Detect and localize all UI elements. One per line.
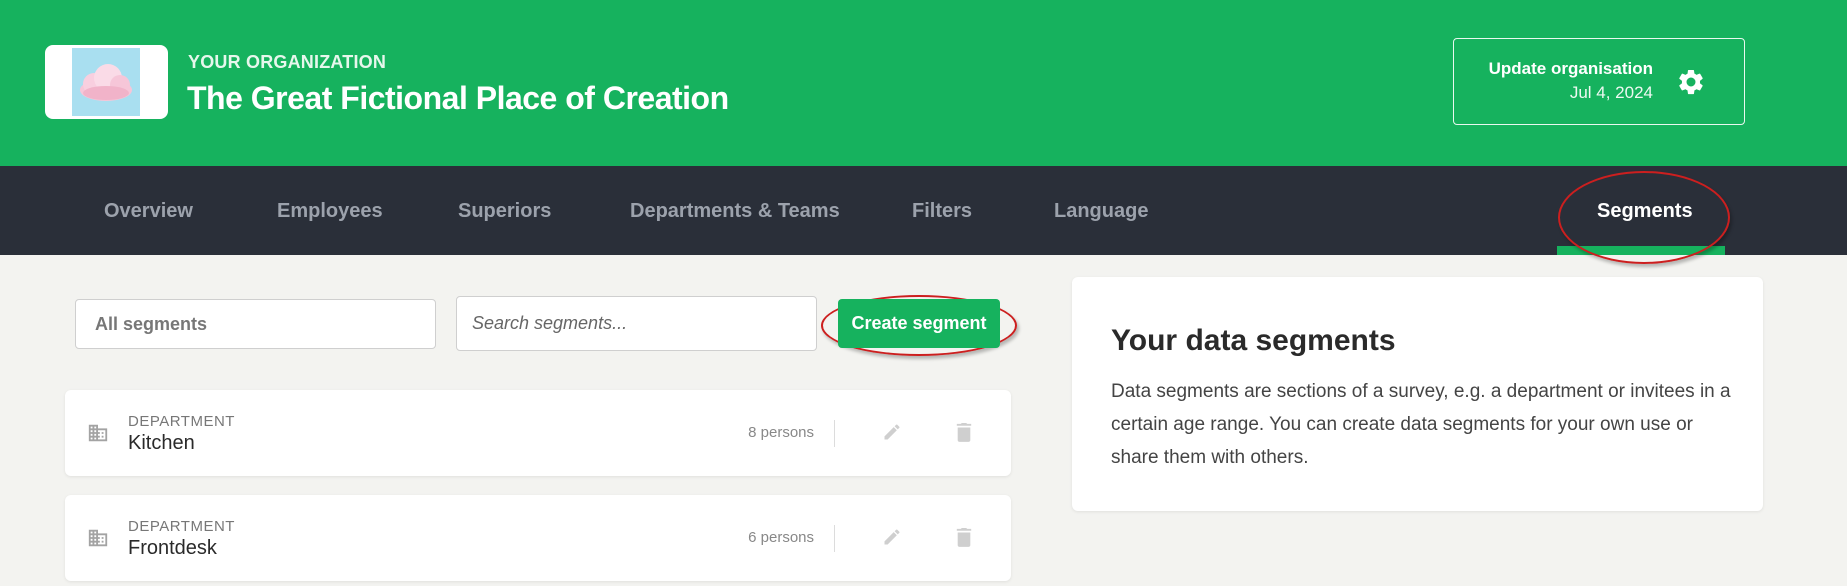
tab-overview[interactable]: Overview [104,200,193,223]
tab-departments-teams[interactable]: Departments & Teams [630,200,840,223]
tab-superiors[interactable]: Superiors [458,200,551,223]
building-icon [88,424,108,442]
segment-type: DEPARTMENT [128,518,235,535]
org-name: The Great Fictional Place of Creation [187,80,729,116]
update-date: Jul 4, 2024 [1569,83,1653,102]
tab-filters[interactable]: Filters [912,200,972,223]
building-icon [88,529,108,547]
gear-icon [1679,69,1703,95]
pencil-icon[interactable] [882,527,902,547]
info-description: Data segments are sections of a survey, … [1111,381,1731,468]
org-logo [45,45,168,119]
segment-name: Frontdesk [128,537,217,559]
divider [834,420,835,447]
segment-type: DEPARTMENT [128,413,235,430]
main-nav: Overview Employees Superiors Departments… [0,166,1847,255]
segment-card[interactable]: DEPARTMENT Frontdesk 6 persons [65,495,1011,581]
update-title: Update organisation [1488,59,1653,78]
update-organisation-button[interactable]: Update organisation Jul 4, 2024 [1453,38,1745,125]
data-segments-info-card: Your data segments Data segments are sec… [1072,277,1763,511]
segment-person-count: 6 persons [748,529,814,546]
create-segment-button[interactable]: Create segment [838,299,1000,348]
pencil-icon[interactable] [882,422,902,442]
org-label: YOUR ORGANIZATION [188,52,387,72]
segment-name: Kitchen [128,432,195,454]
tab-segments[interactable]: Segments [1597,200,1693,223]
info-title: Your data segments [1111,324,1396,357]
org-header: YOUR ORGANIZATION The Great Fictional Pl… [0,0,1847,166]
segment-person-count: 8 persons [748,424,814,441]
search-segments-input[interactable] [456,296,817,351]
segment-card[interactable]: DEPARTMENT Kitchen 8 persons [65,390,1011,476]
tab-language[interactable]: Language [1054,200,1148,223]
cloud-logo-icon [72,48,140,116]
segment-filter-select[interactable]: All segments [75,299,436,349]
trash-icon[interactable] [955,526,973,548]
active-tab-indicator [1557,246,1725,255]
divider [834,525,835,552]
trash-icon[interactable] [955,421,973,443]
tab-employees[interactable]: Employees [277,200,383,223]
